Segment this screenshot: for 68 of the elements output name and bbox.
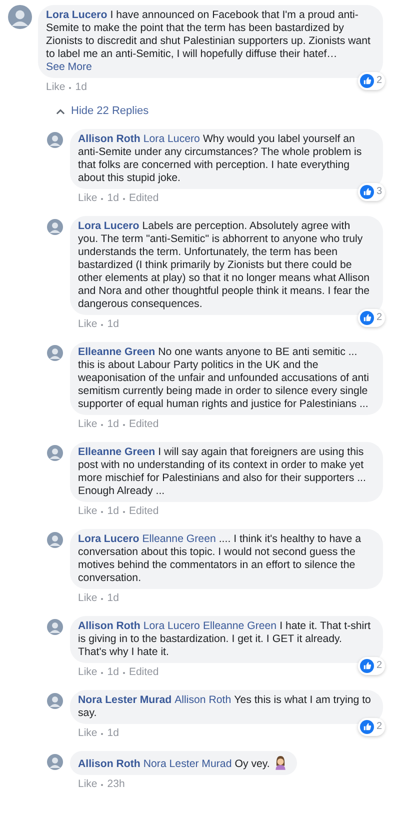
avatar[interactable] xyxy=(47,132,63,148)
avatar[interactable] xyxy=(47,754,63,770)
like-link[interactable]: Like xyxy=(78,318,98,331)
comment-text: Allison Roth Lora Lucero Elleanne Green I hate it. That t-shirt is giving in to the bastardization. I get it. I GET it already. That's why I hate it. xyxy=(78,620,372,659)
avatar[interactable] xyxy=(8,5,32,29)
caret-icon xyxy=(56,108,65,114)
mention-link[interactable]: Elleanne Green xyxy=(142,533,216,545)
like-link[interactable]: Like xyxy=(78,505,98,518)
hide-replies-link[interactable]: Hide 22 Replies xyxy=(56,105,149,118)
author-link[interactable]: Elleanne Green xyxy=(78,346,156,358)
thumbs-up-icon xyxy=(360,74,374,88)
timestamp[interactable]: 1d xyxy=(107,192,119,205)
edited-label[interactable]: Edited xyxy=(128,505,159,518)
author-link[interactable]: Allison Roth xyxy=(78,133,140,145)
thumbs-up-icon xyxy=(360,720,374,734)
avatar[interactable] xyxy=(47,532,63,548)
avatar[interactable] xyxy=(47,693,63,709)
thumbs-up-icon xyxy=(360,185,374,199)
reaction-badge[interactable]: 2 xyxy=(358,718,385,736)
timestamp[interactable]: 1d xyxy=(75,81,87,94)
mention-link[interactable]: Lora Lucero xyxy=(143,133,200,145)
like-link[interactable]: Like xyxy=(78,592,98,605)
comment-text: Allison Roth Nora Lester Murad Oy vey. xyxy=(78,755,287,771)
author-link[interactable]: Elleanne Green xyxy=(78,446,156,458)
like-link[interactable]: Like xyxy=(78,727,98,740)
author-link[interactable]: Lora Lucero xyxy=(78,220,140,232)
like-link[interactable]: Like xyxy=(78,666,98,679)
reaction-badge[interactable]: 3 xyxy=(358,183,385,201)
timestamp[interactable]: 23h xyxy=(107,778,125,791)
author-link[interactable]: Lora Lucero xyxy=(46,9,108,21)
edited-label[interactable]: Edited xyxy=(128,192,159,205)
comment-text: Elleanne Green No one wants anyone to BE anti semitic ... this is about Labour Party politics in the UK and the weaponisation of the unfair and unfounded accusations of anti semitism currently being made in order to silence every single supporter of equal human rights and justice for Palestinians ... xyxy=(78,346,370,411)
avatar[interactable] xyxy=(47,219,63,235)
author-link[interactable]: Allison Roth xyxy=(78,620,140,632)
timestamp[interactable]: 1d xyxy=(107,592,119,605)
comment-text: Nora Lester Murad Allison Roth Yes this is what I am trying to say. xyxy=(78,694,372,720)
reaction-badge[interactable]: 2 xyxy=(358,657,385,675)
comment-text: Lora Lucero I have announced on Facebook that I'm a proud anti-Semite to make the point that the term has been bastardized by Zionists to discredit and shut Palestinian supporters up. Zionists want to label me an anti-Semitic, I will hopefully diffuse their hatef… xyxy=(46,9,372,61)
mention-link[interactable]: Lora Lucero xyxy=(143,620,200,632)
avatar[interactable] xyxy=(47,345,63,361)
see-more-link[interactable]: See More xyxy=(46,61,373,74)
thumbs-up-icon xyxy=(360,659,374,673)
timestamp[interactable]: 1d xyxy=(107,666,119,679)
reaction-badge[interactable]: 2 xyxy=(358,309,385,327)
like-link[interactable]: Like xyxy=(78,418,98,431)
like-link[interactable]: Like xyxy=(46,81,66,94)
timestamp[interactable]: 1d xyxy=(107,318,119,331)
comment-text: Allison Roth Lora Lucero Why would you label yourself an anti-Semite under any circumstances? The whole problem is that folks are concerned with perception. I hate everything about this stupid joke. xyxy=(78,133,363,185)
timestamp[interactable]: 1d xyxy=(107,418,119,431)
like-link[interactable]: Like xyxy=(78,192,98,205)
thumbs-up-icon xyxy=(360,311,374,325)
avatar[interactable] xyxy=(47,445,63,461)
like-link[interactable]: Like xyxy=(78,778,98,791)
mention-link[interactable]: Nora Lester Murad xyxy=(143,758,232,770)
reaction-badge[interactable]: 2 xyxy=(358,72,385,90)
edited-label[interactable]: Edited xyxy=(128,666,159,679)
comment-text: Lora Lucero Labels are perception. Absolutely agree with you. The term "anti-Semitic" is abhorrent to anyone who truly understands the term. Unfortunately, the term has been bastardized (I think primarily by Zionists but there could be other elements at play) so that it no longer means what Allison and Nora and other thoughtful people think it means. I fear the dangerous consequences. xyxy=(78,220,371,311)
comment-text: Lora Lucero Elleanne Green .... I think it's healthy to have a conversation about this topic. I would not second guess the motives behind the commentators in an effort to silence the conversation. xyxy=(78,533,362,585)
author-link[interactable]: Lora Lucero xyxy=(78,533,140,545)
author-link[interactable]: Nora Lester Murad xyxy=(78,694,172,706)
mention-link[interactable]: Allison Roth xyxy=(174,694,232,706)
mention-link[interactable]: Elleanne Green xyxy=(202,620,277,632)
edited-label[interactable]: Edited xyxy=(128,418,159,431)
avatar[interactable] xyxy=(47,619,63,635)
comment-text: Elleanne Green I will say again that foreigners are using this post with no understanding of its context in order to make yet more mischief for Palestinians and also for their supporters ... Enough Already ... xyxy=(78,446,367,498)
timestamp[interactable]: 1d xyxy=(107,505,119,518)
timestamp[interactable]: 1d xyxy=(107,727,119,740)
author-link[interactable]: Allison Roth xyxy=(78,758,140,770)
